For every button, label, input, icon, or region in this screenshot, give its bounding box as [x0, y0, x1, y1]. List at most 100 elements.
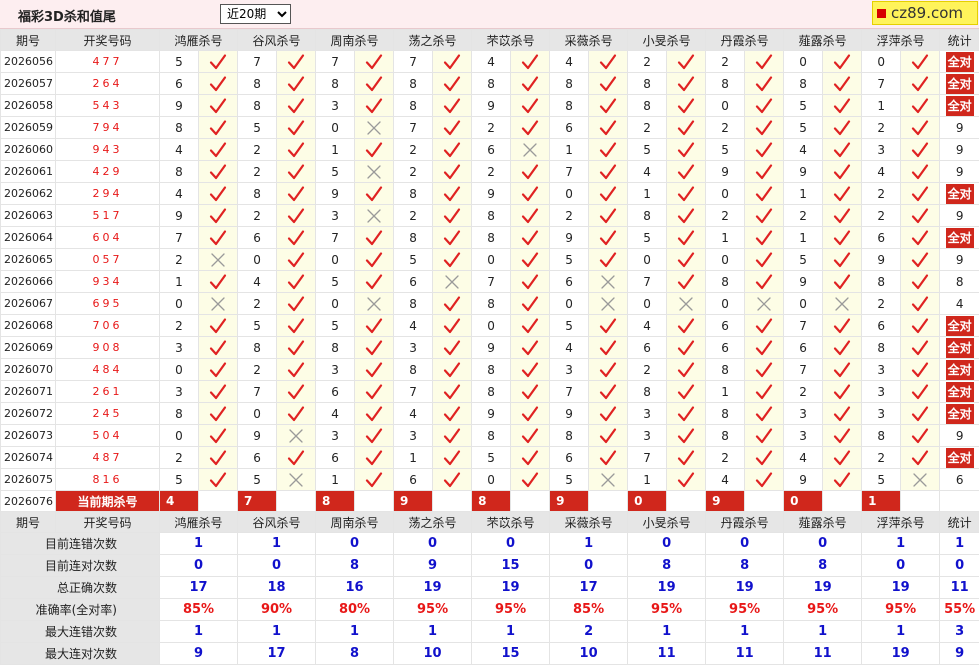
result-mark-cell	[510, 446, 551, 469]
kill-number-cell: 5	[783, 94, 824, 117]
result-mark-cell	[900, 226, 941, 249]
result-mark-cell	[432, 248, 473, 271]
result-mark-cell	[900, 358, 941, 381]
result-mark-cell	[432, 182, 473, 205]
kill-number-cell: 0	[237, 248, 278, 271]
cross-icon	[601, 296, 615, 311]
check-icon	[209, 163, 227, 179]
stats-value: 19	[861, 576, 941, 599]
check-icon	[443, 97, 461, 113]
result-mark-cell	[822, 204, 863, 227]
stats-value: 10	[549, 642, 629, 665]
current-kill-blank	[822, 490, 863, 512]
table-row: 2026075 816 5 5 1 6 0 5 1 4 9 5 6	[0, 468, 979, 491]
header-expert: 芣苡杀号	[471, 511, 551, 533]
check-icon	[287, 163, 305, 179]
stats-value: 95%	[783, 598, 863, 621]
check-icon	[599, 119, 617, 135]
kill-number-cell: 4	[393, 402, 434, 425]
check-icon	[521, 361, 539, 377]
kill-number-cell: 2	[237, 138, 278, 161]
table-row: 2026073 504 0 9 3 3 8 8 3 8 3 8 9	[0, 424, 979, 447]
check-icon	[756, 405, 773, 421]
result-mark-cell	[510, 160, 551, 183]
stats-value: 90%	[237, 598, 317, 621]
result-mark-cell	[432, 116, 473, 139]
kill-number-cell: 8	[549, 72, 590, 95]
result-mark-cell	[666, 182, 707, 205]
period-range-select[interactable]: 近20期	[220, 4, 291, 24]
check-icon	[365, 273, 383, 289]
result-mark-cell	[744, 72, 785, 95]
stats-row: 总正确次数 17 18 16 19 19 17 19 19 19 19 11	[0, 576, 979, 599]
check-icon	[756, 427, 773, 443]
check-icon	[287, 119, 305, 135]
kill-number-cell: 3	[783, 402, 824, 425]
result-mark-cell	[510, 424, 551, 447]
kill-number-cell: 2	[237, 358, 278, 381]
stats-value: 55%	[939, 598, 979, 621]
kill-number-cell: 3	[861, 358, 902, 381]
check-icon	[834, 405, 851, 421]
check-icon	[365, 229, 383, 245]
check-icon	[287, 339, 305, 355]
kill-number-cell: 8	[159, 402, 199, 425]
draw-numbers-cell: 794	[55, 116, 160, 139]
kill-number-cell: 6	[705, 314, 746, 337]
stats-value: 1	[158, 620, 239, 643]
kill-number-cell: 5	[549, 314, 590, 337]
check-icon	[287, 53, 305, 69]
check-icon	[834, 75, 851, 91]
stat-cell: 全对	[939, 94, 979, 117]
stats-value: 1	[549, 532, 629, 555]
result-mark-cell	[276, 380, 317, 403]
cross-icon	[601, 472, 615, 487]
result-mark-cell	[510, 380, 551, 403]
kill-number-cell: 8	[471, 72, 512, 95]
kill-number-cell: 0	[159, 358, 199, 381]
table-row: 2026064 604 7 6 7 8 8 9 5 1 1 6 全对	[0, 226, 979, 249]
kill-number-cell: 6	[861, 314, 902, 337]
header-expert: 鸿雁杀号	[158, 29, 239, 51]
check-icon	[912, 449, 929, 465]
site-logo[interactable]: cz89.com	[872, 1, 978, 25]
period-cell: 2026061	[0, 160, 56, 183]
stat-cell: 全对	[939, 446, 979, 469]
result-mark-cell	[588, 358, 629, 381]
page-title: 福彩3D杀和值尾	[18, 10, 116, 25]
result-mark-cell	[588, 446, 629, 469]
check-icon	[209, 383, 227, 399]
check-icon	[677, 251, 695, 267]
result-mark-cell	[666, 138, 707, 161]
current-kill-blank	[588, 490, 629, 512]
check-icon	[443, 75, 461, 91]
result-mark-cell	[900, 116, 941, 139]
result-mark-cell	[510, 72, 551, 95]
check-icon	[443, 119, 461, 135]
kill-number-cell: 8	[471, 358, 512, 381]
stat-cell: 全对	[939, 314, 979, 337]
kill-number-cell: 3	[393, 424, 434, 447]
kill-number-cell: 2	[237, 160, 278, 183]
result-mark-cell	[354, 226, 395, 249]
check-icon	[834, 141, 851, 157]
check-icon	[677, 207, 695, 223]
result-mark-cell	[276, 270, 317, 293]
kill-number-cell: 1	[705, 380, 746, 403]
result-mark-cell	[666, 292, 707, 315]
check-icon	[834, 273, 851, 289]
check-icon	[834, 383, 851, 399]
stats-value: 2	[549, 620, 629, 643]
result-mark-cell	[510, 314, 551, 337]
check-icon	[443, 427, 461, 443]
cross-icon	[289, 428, 303, 443]
kill-number-cell: 6	[783, 336, 824, 359]
all-correct-badge: 全对	[945, 447, 974, 468]
kill-number-cell: 7	[861, 72, 902, 95]
draw-numbers-cell: 517	[55, 204, 160, 227]
all-correct-badge: 全对	[945, 73, 974, 94]
check-icon	[365, 405, 383, 421]
stats-value: 0	[393, 532, 473, 555]
stats-row: 目前连对次数 0 0 8 9 15 0 8 8 8 0 0	[0, 554, 979, 577]
result-mark-cell	[276, 248, 317, 271]
